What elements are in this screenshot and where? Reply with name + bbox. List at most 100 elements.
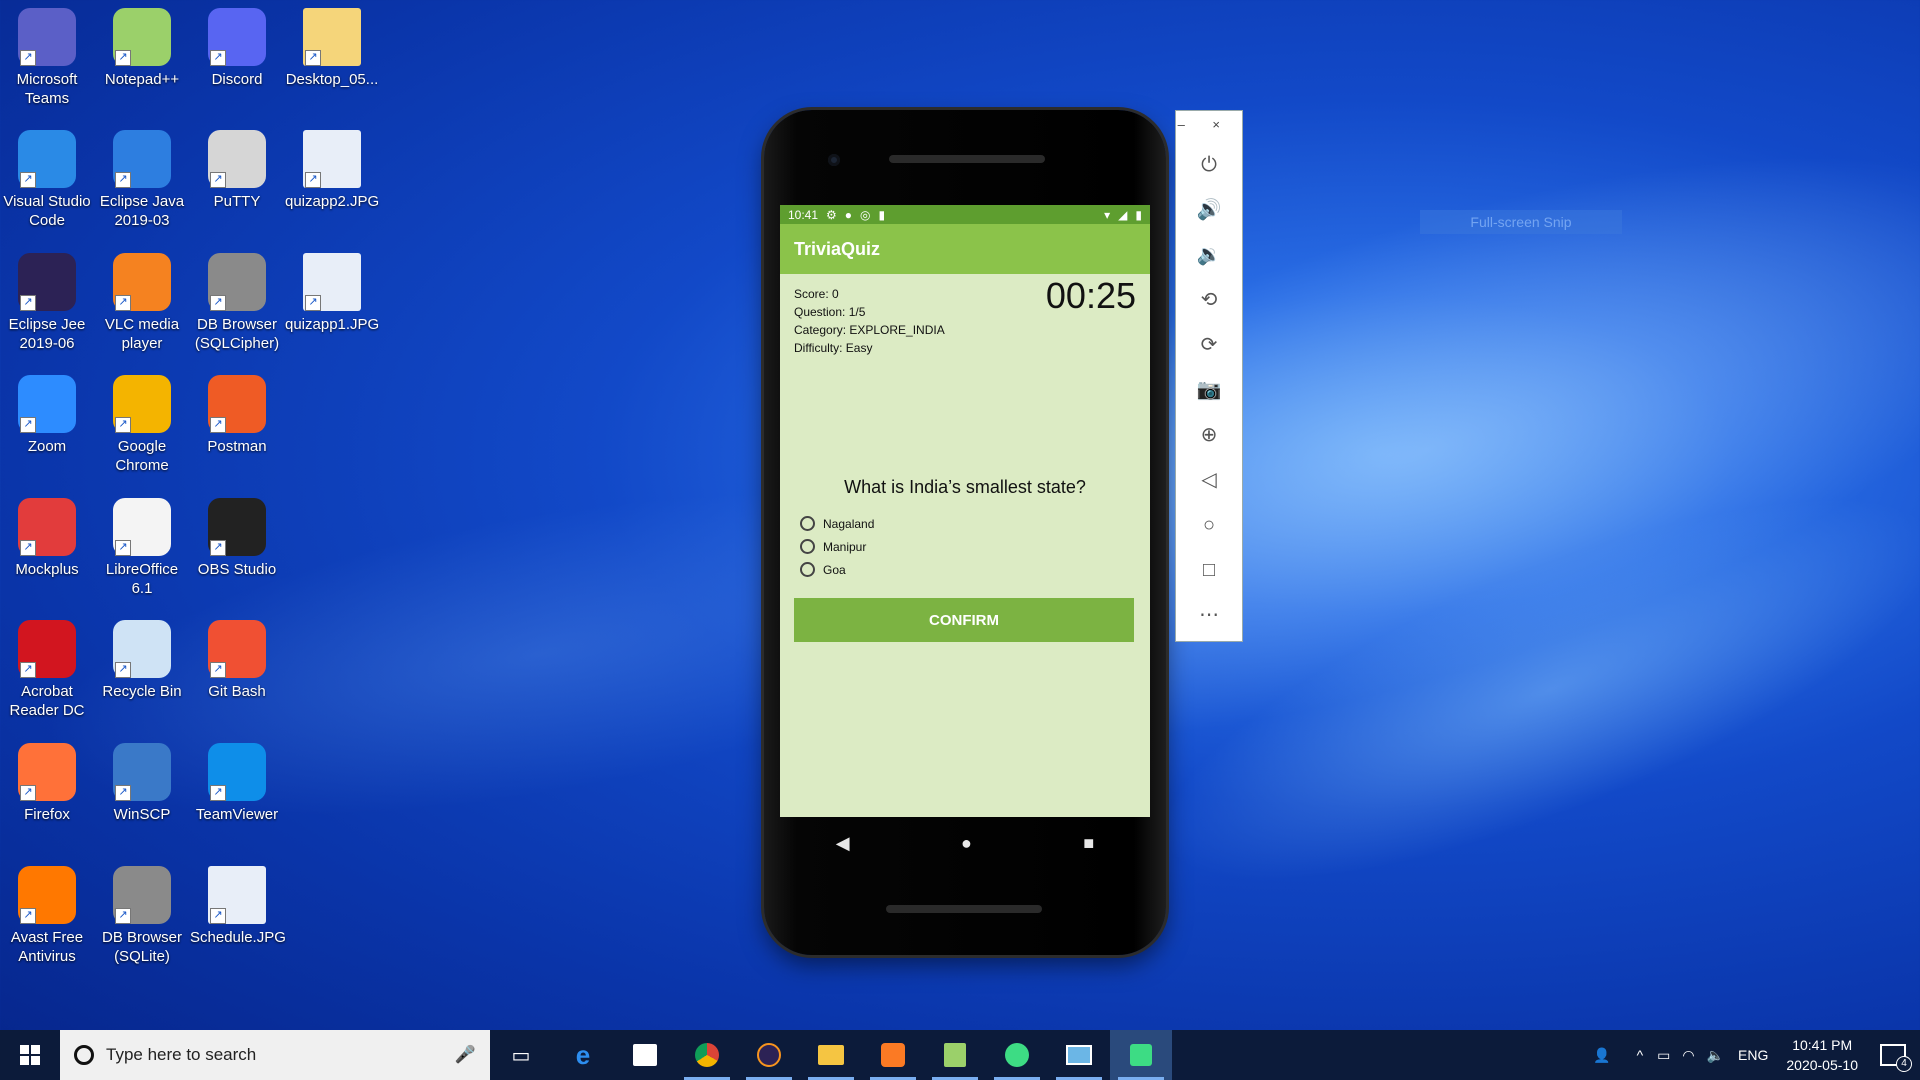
- shortcut-arrow-icon: ↗: [210, 785, 226, 801]
- confirm-button[interactable]: CONFIRM: [794, 598, 1134, 642]
- desktop-icon-label: Avast Free Antivirus: [10, 929, 84, 965]
- front-camera-icon: [828, 154, 840, 166]
- desktop-icon[interactable]: ↗ Google Chrome: [95, 367, 189, 475]
- camera-icon[interactable]: 📷: [1176, 372, 1242, 408]
- rotate-left-icon[interactable]: ⟲: [1176, 282, 1242, 318]
- desktop-icon-label: LibreOffice 6.1: [105, 561, 179, 597]
- score-text: Score: 0: [794, 287, 839, 301]
- edge-icon[interactable]: e: [552, 1030, 614, 1080]
- option-radio-2[interactable]: Manipur: [800, 539, 866, 554]
- image-file-icon: ↗: [208, 866, 266, 924]
- wifi-status-icon: ▾: [1104, 207, 1111, 222]
- desktop-icon-label: Microsoft Teams: [16, 71, 78, 107]
- volume-up-icon[interactable]: 🔊: [1176, 192, 1242, 228]
- desktop-icon[interactable]: ↗ quizapp1.JPG: [285, 245, 379, 334]
- notepadpp-icon[interactable]: [924, 1030, 986, 1080]
- obs-icon: ↗: [208, 498, 266, 556]
- desktop-icon[interactable]: ↗ Zoom: [0, 367, 94, 456]
- desktop-icon[interactable]: ↗ TeamViewer: [190, 735, 284, 824]
- people-icon[interactable]: 👤: [1593, 1047, 1610, 1064]
- start-button[interactable]: [0, 1030, 60, 1080]
- file-explorer-icon[interactable]: [800, 1030, 862, 1080]
- emulator-icon[interactable]: [1110, 1030, 1172, 1080]
- notification-center-icon[interactable]: 4: [1880, 1044, 1912, 1072]
- eclipse-icon[interactable]: [738, 1030, 800, 1080]
- recents-nav-icon[interactable]: ■: [1083, 833, 1094, 854]
- android-studio-icon[interactable]: [986, 1030, 1048, 1080]
- putty-icon: ↗: [208, 130, 266, 188]
- volume-icon[interactable]: 🔈: [1707, 1047, 1724, 1064]
- desktop-icon[interactable]: ↗ quizapp2.JPG: [285, 122, 379, 211]
- microphone-icon[interactable]: 🎤: [455, 1045, 476, 1065]
- android-emulator-phone: 10:41 ⚙ ● ◎ ▮ ▾ ◢ ▮ TriviaQuiz Score: 0 …: [764, 110, 1166, 955]
- desktop-icon[interactable]: ↗ Mockplus: [0, 490, 94, 579]
- desktop-icon[interactable]: ↗ Eclipse Jee 2019-06: [0, 245, 94, 353]
- option-radio-1[interactable]: Nagaland: [800, 516, 874, 531]
- search-placeholder: Type here to search: [106, 1045, 257, 1064]
- radio-button-icon[interactable]: [800, 539, 815, 554]
- image-file-icon: ↗: [303, 130, 361, 188]
- desktop-icon[interactable]: ↗ Desktop_05...: [285, 0, 379, 89]
- emulator-window-controls[interactable]: – ×: [1178, 117, 1232, 132]
- desktop-icon[interactable]: ↗ LibreOffice 6.1: [95, 490, 189, 598]
- xampp-icon[interactable]: [862, 1030, 924, 1080]
- desktop-icon-label: Notepad++: [104, 71, 180, 88]
- desktop-icon[interactable]: ↗ Postman: [190, 367, 284, 456]
- home-nav-icon[interactable]: ●: [961, 833, 972, 854]
- zoom-icon[interactable]: ⊕: [1176, 417, 1242, 453]
- desktop-icon[interactable]: ↗ DB Browser (SQLCipher): [190, 245, 284, 353]
- avast-icon: ↗: [18, 866, 76, 924]
- volume-down-icon[interactable]: 🔉: [1176, 237, 1242, 273]
- desktop-icon[interactable]: ↗ WinSCP: [95, 735, 189, 824]
- desktop-icon[interactable]: ↗ Git Bash: [190, 612, 284, 701]
- desktop-icon-label: Recycle Bin: [102, 683, 182, 700]
- home-icon[interactable]: ○: [1176, 507, 1242, 543]
- back-icon[interactable]: ◁: [1176, 462, 1242, 498]
- desktop-icon[interactable]: ↗ Notepad++: [95, 0, 189, 89]
- radio-button-icon[interactable]: [800, 562, 815, 577]
- chevron-up-icon[interactable]: ^: [1637, 1047, 1644, 1063]
- desktop-icon[interactable]: ↗ Acrobat Reader DC: [0, 612, 94, 720]
- shortcut-arrow-icon: ↗: [210, 662, 226, 678]
- desktop-icon[interactable]: ↗ OBS Studio: [190, 490, 284, 579]
- desktop-icon[interactable]: ↗ Eclipse Java 2019-03: [95, 122, 189, 230]
- firefox-icon: ↗: [18, 743, 76, 801]
- question-text: What is India’s smallest state?: [844, 477, 1086, 497]
- desktop-icon[interactable]: ↗ DB Browser (SQLite): [95, 858, 189, 966]
- desktop-icon[interactable]: ↗ Microsoft Teams: [0, 0, 94, 108]
- desktop-icon[interactable]: ↗ Schedule.JPG: [190, 858, 286, 947]
- eclipse-java-icon: ↗: [113, 130, 171, 188]
- option-radio-3[interactable]: Goa: [800, 562, 846, 577]
- desktop-icon[interactable]: ↗ Discord: [190, 0, 284, 89]
- desktop-icon[interactable]: ↗ PuTTY: [190, 122, 284, 211]
- desktop-icon-label: DB Browser (SQLCipher): [194, 316, 280, 352]
- desktop-icon[interactable]: ↗ Avast Free Antivirus: [0, 858, 94, 966]
- desktop-icon[interactable]: ↗ Visual Studio Code: [0, 122, 94, 230]
- shortcut-arrow-icon: ↗: [20, 785, 36, 801]
- radio-button-icon[interactable]: [800, 516, 815, 531]
- store-icon[interactable]: [614, 1030, 676, 1080]
- power-icon[interactable]: ⏻: [1176, 147, 1242, 183]
- clock[interactable]: 10:41 PM 2020-05-10: [1786, 1035, 1858, 1075]
- desktop-icon[interactable]: ↗ Firefox: [0, 735, 94, 824]
- desktop-icon[interactable]: ↗ VLC media player: [95, 245, 189, 353]
- chrome-icon: ↗: [113, 375, 171, 433]
- more-icon[interactable]: ⋯: [1176, 597, 1242, 633]
- windows-logo-icon: [20, 1045, 40, 1065]
- battery-icon[interactable]: ▭: [1657, 1047, 1670, 1064]
- taskbar-search[interactable]: Type here to search 🎤: [60, 1030, 490, 1080]
- rotate-right-icon[interactable]: ⟳: [1176, 327, 1242, 363]
- language-indicator[interactable]: ENG: [1738, 1047, 1768, 1063]
- shortcut-arrow-icon: ↗: [115, 662, 131, 678]
- db-browser-icon: ↗: [208, 253, 266, 311]
- task-view-icon[interactable]: ▭: [490, 1030, 552, 1080]
- teamviewer-icon: ↗: [208, 743, 266, 801]
- overview-icon[interactable]: □: [1176, 552, 1242, 588]
- control-panel-icon[interactable]: [1048, 1030, 1110, 1080]
- wifi-icon[interactable]: ◠: [1682, 1047, 1694, 1064]
- chrome-icon[interactable]: [676, 1030, 738, 1080]
- phone-screen[interactable]: 10:41 ⚙ ● ◎ ▮ ▾ ◢ ▮ TriviaQuiz Score: 0 …: [780, 205, 1150, 817]
- back-nav-icon[interactable]: ◀: [836, 833, 850, 854]
- sd-card-status-icon: ▮: [878, 207, 886, 222]
- desktop-icon[interactable]: ↗ Recycle Bin: [95, 612, 189, 701]
